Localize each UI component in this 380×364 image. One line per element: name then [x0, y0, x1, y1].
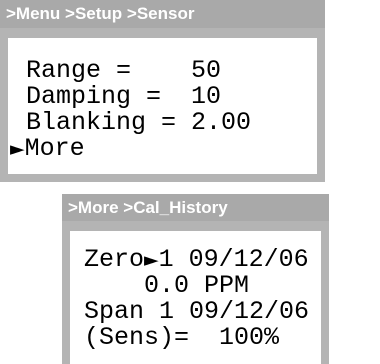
zero-reading: 0.0 PPM [84, 271, 250, 300]
cal-history-breadcrumb: >More >Cal_History [62, 194, 329, 222]
sensitivity-line: (Sens)= 100% [84, 323, 280, 352]
zero-calibration-line[interactable]: Zero►1 09/12/06 [84, 247, 309, 273]
cal-history-lcd-screen: Zero►1 09/12/06 0.0 PPM Span 1 09/12/06 … [62, 221, 329, 364]
sensor-menu-panel: >Menu >Setup >Sensor Range = 50 Damping … [0, 0, 325, 182]
more-menu-item[interactable]: ►More [10, 136, 85, 162]
zero-cal-date: 1 09/12/06 [158, 245, 309, 274]
more-label: More [24, 134, 85, 163]
zero-label: Zero [84, 245, 145, 274]
selection-arrow-icon: ► [10, 138, 25, 160]
sensor-breadcrumb: >Menu >Setup >Sensor [0, 0, 325, 28]
damping-setting[interactable]: Damping = 10 [26, 84, 221, 110]
blanking-setting[interactable]: Blanking = 2.00 [26, 110, 251, 136]
cal-history-panel: >More >Cal_History Zero►1 09/12/06 0.0 P… [62, 194, 329, 364]
span-calibration-line[interactable]: Span 1 09/12/06 [84, 299, 309, 325]
sensor-lcd-screen: Range = 50 Damping = 10 Blanking = 2.00 … [0, 28, 325, 182]
range-setting[interactable]: Range = 50 [26, 58, 221, 84]
selection-arrow-icon: ► [144, 249, 159, 271]
